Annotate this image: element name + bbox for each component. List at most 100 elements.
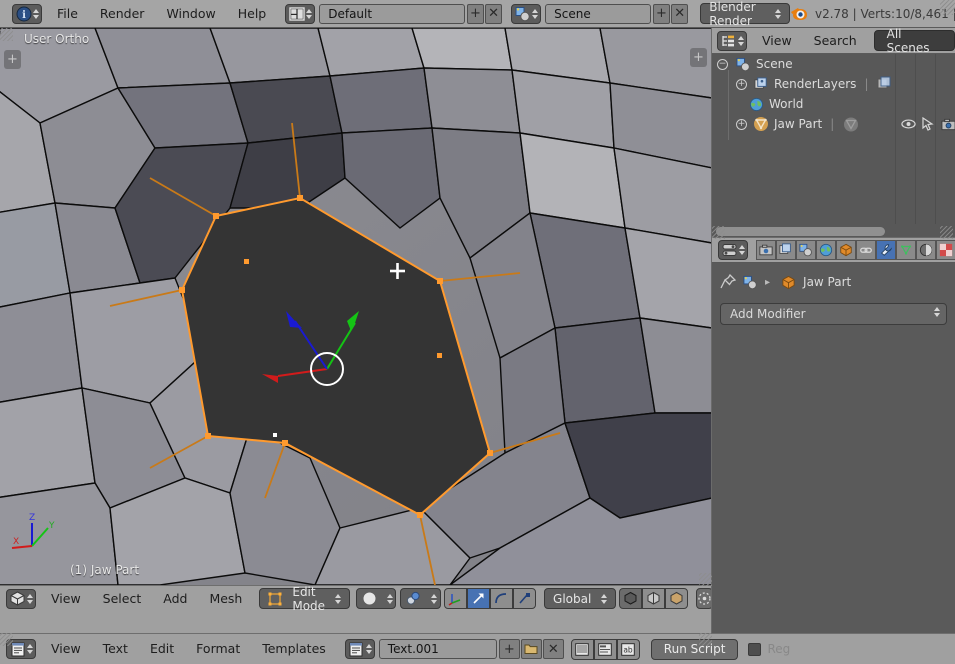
collapse-toggle-scene[interactable]: − xyxy=(717,58,728,70)
display-mode-dropdown[interactable]: All Scenes xyxy=(873,27,955,55)
properties-tab-group[interactable] xyxy=(756,240,955,260)
3d-viewport[interactable]: Z Y X User Ortho (1) Jaw Part + + xyxy=(0,28,712,585)
text-menu-view[interactable]: View xyxy=(40,635,92,663)
camera-icon[interactable] xyxy=(940,116,955,132)
menu-add[interactable]: Add xyxy=(152,585,198,613)
outliner-row-jaw-part[interactable]: + Jaw Part | xyxy=(712,114,955,134)
spinner-arrows[interactable] xyxy=(532,8,539,19)
pin-icon[interactable] xyxy=(720,274,736,290)
expand-toggle-jaw-part[interactable]: + xyxy=(736,118,747,130)
cursor-arrow-icon[interactable] xyxy=(920,116,936,132)
outliner-horizontal-scrollbar[interactable] xyxy=(712,224,955,238)
menu-mesh[interactable]: Mesh xyxy=(198,585,253,613)
text-menu-edit[interactable]: Edit xyxy=(139,635,185,663)
x-ray-icon[interactable] xyxy=(665,588,689,609)
mesh-data-icon[interactable] xyxy=(843,116,859,132)
scene-name-field[interactable]: Scene xyxy=(545,3,651,24)
spinner-arrows[interactable] xyxy=(431,593,438,604)
area-splitter-horizontal[interactable] xyxy=(712,237,955,238)
outliner-tree[interactable]: − Scene + RenderLayers | World + Jaw Par… xyxy=(712,54,955,224)
spinner-arrows[interactable] xyxy=(27,644,33,654)
add-screen-layout-button[interactable]: + xyxy=(466,3,485,24)
editor-type-selector-outliner[interactable] xyxy=(717,30,747,51)
limit-selection-icon[interactable] xyxy=(619,588,643,609)
syntax-highlight-icon[interactable]: ab xyxy=(616,638,640,660)
properties-region-open-tab[interactable]: + xyxy=(690,48,707,67)
text-menu-text[interactable]: Text xyxy=(92,635,139,663)
text-menu-format[interactable]: Format xyxy=(185,635,251,663)
outliner-row-scene[interactable]: − Scene xyxy=(712,54,955,74)
editor-type-selector-text[interactable] xyxy=(6,639,36,659)
spinner-arrows[interactable] xyxy=(775,8,781,19)
spinner-arrows[interactable] xyxy=(33,8,39,19)
area-splitter-vertical[interactable] xyxy=(711,28,712,633)
new-text-button[interactable]: + xyxy=(498,639,520,659)
tab-render-layers[interactable] xyxy=(776,240,796,260)
manipulator-toggle-icon[interactable] xyxy=(444,588,468,609)
outliner-menu-view[interactable]: View xyxy=(751,27,803,55)
outliner-menu-search[interactable]: Search xyxy=(803,27,868,55)
screen-layout-type-selector[interactable] xyxy=(285,3,316,24)
toolshelf-open-tab[interactable]: + xyxy=(4,50,21,69)
unlink-text-button[interactable]: ✕ xyxy=(542,639,564,659)
outliner-row-world[interactable]: World xyxy=(712,94,955,114)
text-toggle-group[interactable]: ab xyxy=(570,638,640,660)
spinner-arrows[interactable] xyxy=(27,593,33,604)
outliner-row-renderlayers[interactable]: + RenderLayers | xyxy=(712,74,955,94)
spinner-arrows[interactable] xyxy=(387,593,394,604)
add-modifier-dropdown[interactable]: Add Modifier xyxy=(720,303,947,325)
expand-toggle-renderlayers[interactable]: + xyxy=(736,78,747,90)
add-scene-button[interactable]: + xyxy=(652,3,671,24)
spinner-arrows[interactable] xyxy=(601,593,608,604)
scrollbar-thumb[interactable] xyxy=(716,226,886,236)
translate-manip-icon[interactable] xyxy=(467,588,491,609)
menu-render[interactable]: Render xyxy=(89,0,156,28)
spinner-arrows[interactable] xyxy=(306,8,313,19)
editor-type-selector-info[interactable]: i xyxy=(12,3,42,24)
run-script-button[interactable]: Run Script xyxy=(650,638,739,660)
spinner-arrows[interactable] xyxy=(739,245,745,255)
screen-layout-field[interactable]: Default xyxy=(319,3,465,24)
spinner-arrows[interactable] xyxy=(738,35,744,46)
occlude-geometry-icon[interactable] xyxy=(642,588,666,609)
menu-select[interactable]: Select xyxy=(92,585,153,613)
delete-screen-layout-button[interactable]: ✕ xyxy=(485,3,503,24)
pivot-point-dropdown[interactable] xyxy=(400,588,442,609)
register-checkbox[interactable] xyxy=(748,642,762,656)
eye-icon[interactable] xyxy=(900,116,916,132)
menu-file[interactable]: File xyxy=(46,0,89,28)
transform-orientation-dropdown[interactable]: Global xyxy=(544,588,617,609)
editor-type-selector-3dview[interactable] xyxy=(6,588,36,609)
menu-view[interactable]: View xyxy=(40,585,92,613)
text-datablock-field[interactable]: Text.001 xyxy=(378,639,497,659)
open-text-button[interactable] xyxy=(520,639,542,659)
tab-material[interactable] xyxy=(916,240,936,260)
delete-scene-button[interactable]: ✕ xyxy=(671,3,689,24)
tab-object-data[interactable] xyxy=(896,240,916,260)
rotate-manip-icon[interactable] xyxy=(490,588,514,609)
register-checkbox-group[interactable]: Reg xyxy=(748,642,790,656)
spinner-arrows[interactable] xyxy=(335,593,342,604)
text-menu-templates[interactable]: Templates xyxy=(251,635,337,663)
tab-constraints[interactable] xyxy=(856,240,876,260)
tab-scene[interactable] xyxy=(796,240,816,260)
tab-render[interactable] xyxy=(756,240,776,260)
tab-texture[interactable] xyxy=(936,240,955,260)
render-engine-dropdown[interactable]: Blender Render xyxy=(700,0,790,28)
breadcrumb-scene-icon[interactable] xyxy=(743,275,758,290)
viewport-mesh-canvas[interactable]: Z Y X xyxy=(0,28,712,585)
text-datablock-type-icon[interactable] xyxy=(344,639,375,659)
scene-datablock-selector[interactable] xyxy=(511,3,542,24)
manipulator-toggle-group[interactable] xyxy=(444,588,537,609)
interaction-mode-dropdown[interactable]: Edit Mode xyxy=(259,585,351,613)
line-numbers-icon[interactable] xyxy=(570,638,594,660)
word-wrap-icon[interactable] xyxy=(593,638,617,660)
viewport-shading-dropdown[interactable] xyxy=(356,588,397,609)
editor-type-selector-properties[interactable] xyxy=(718,240,748,260)
menu-window[interactable]: Window xyxy=(155,0,226,28)
spinner-arrows[interactable] xyxy=(934,307,940,317)
scale-manip-icon[interactable] xyxy=(513,588,537,609)
renderlayers-data-icon[interactable] xyxy=(877,76,893,92)
tab-world[interactable] xyxy=(816,240,836,260)
tab-modifiers[interactable] xyxy=(876,240,896,260)
